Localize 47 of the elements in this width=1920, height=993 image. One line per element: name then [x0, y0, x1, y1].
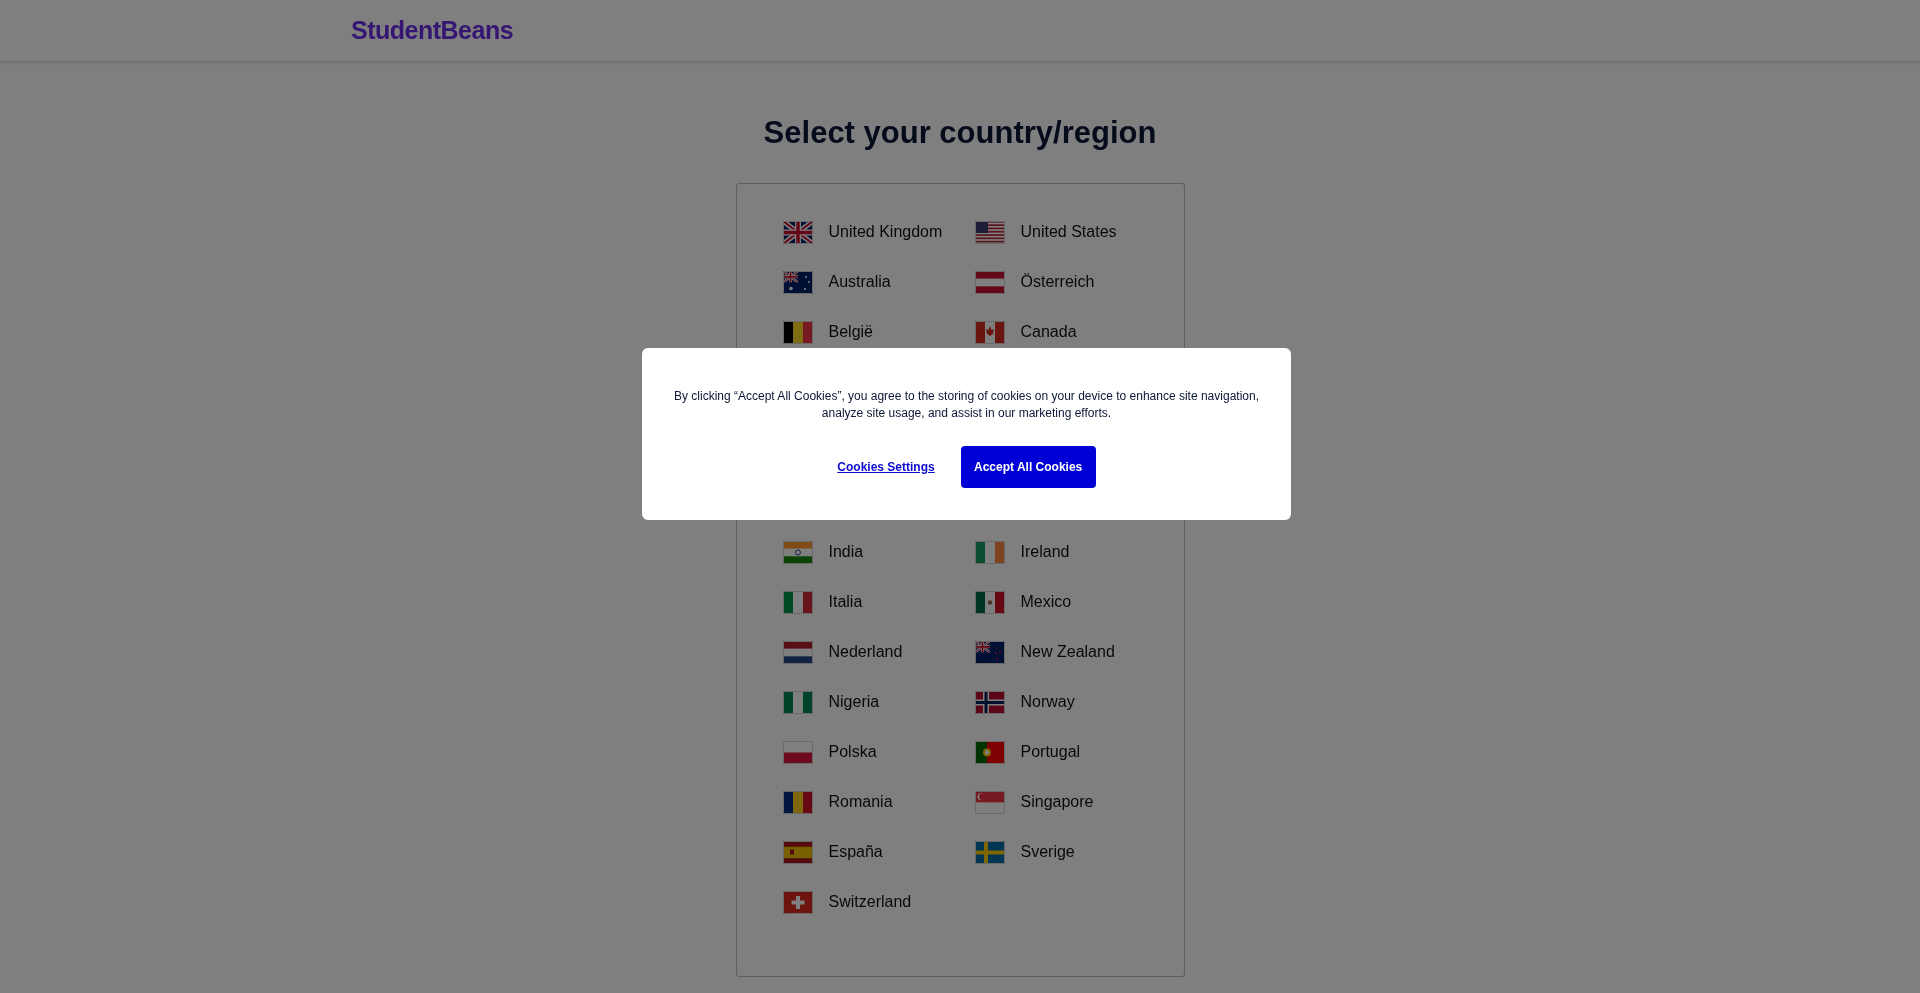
- flag-icon: [782, 690, 813, 714]
- country-link[interactable]: United States: [1020, 220, 1117, 245]
- country-link[interactable]: Ireland: [1020, 540, 1070, 565]
- cookie-notice-text: By clicking “Accept All Cookies”, you agree to the storing of cookies on your device to enhance site navigation, analyze site usage, and assist in our marketing efforts.: [673, 388, 1260, 422]
- country-link[interactable]: United Kingdom: [828, 220, 943, 245]
- country-link[interactable]: Italia: [828, 590, 863, 615]
- country-link[interactable]: España: [828, 840, 883, 865]
- flag-icon: [974, 790, 1005, 814]
- flag-icon: [974, 740, 1005, 764]
- country-link[interactable]: Portugal: [1020, 740, 1081, 765]
- accept-cookies-button[interactable]: Accept All Cookies: [960, 446, 1096, 488]
- country-link[interactable]: India: [828, 540, 864, 565]
- flag-icon: [782, 790, 813, 814]
- country-link[interactable]: Australia: [828, 270, 891, 295]
- flag-icon: [782, 220, 813, 244]
- flag-icon: [974, 840, 1005, 864]
- flag-icon: [782, 590, 813, 614]
- country-link[interactable]: Norway: [1020, 690, 1075, 715]
- country-link[interactable]: Romania: [828, 790, 893, 815]
- page-title: Select your country/region: [762, 114, 1158, 152]
- flag-icon: [782, 540, 813, 564]
- flag-icon: [782, 320, 813, 344]
- country-link[interactable]: Polska: [828, 740, 877, 765]
- flag-icon: [974, 220, 1005, 244]
- country-link[interactable]: Sverige: [1020, 840, 1075, 865]
- country-link[interactable]: België: [828, 320, 873, 345]
- country-link[interactable]: Canada: [1020, 320, 1077, 345]
- flag-icon: [782, 890, 813, 914]
- cookies-settings-link[interactable]: Cookies Settings: [837, 458, 935, 476]
- flag-icon: [782, 640, 813, 664]
- flag-icon: [974, 270, 1005, 294]
- flag-icon: [974, 320, 1005, 344]
- country-link[interactable]: New Zealand: [1020, 640, 1115, 665]
- country-link[interactable]: Mexico: [1020, 590, 1072, 615]
- flag-icon: [974, 690, 1005, 714]
- country-link[interactable]: Singapore: [1020, 790, 1094, 815]
- flag-icon: [782, 840, 813, 864]
- country-link[interactable]: Switzerland: [828, 890, 912, 915]
- flag-icon: [974, 640, 1005, 664]
- flag-icon: [974, 540, 1005, 564]
- country-link[interactable]: Österreich: [1020, 270, 1095, 295]
- flag-icon: [782, 740, 813, 764]
- flag-icon: [974, 590, 1005, 614]
- country-link[interactable]: Nederland: [828, 640, 903, 665]
- country-link[interactable]: Nigeria: [828, 690, 880, 715]
- flag-icon: [782, 270, 813, 294]
- logo[interactable]: StudentBeans: [351, 11, 514, 50]
